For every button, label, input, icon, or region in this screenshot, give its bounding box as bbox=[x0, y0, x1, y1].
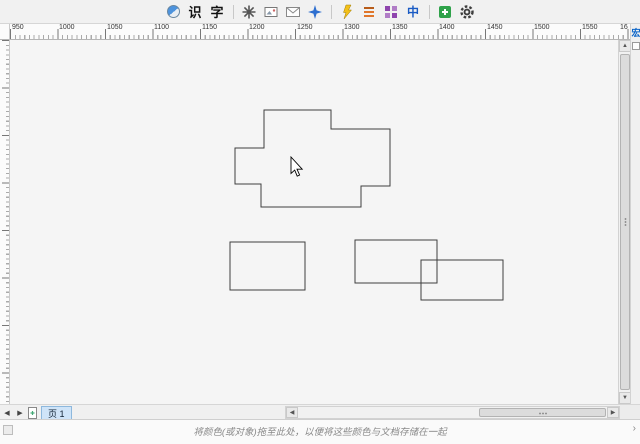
horizontal-scroll-thumb[interactable] bbox=[479, 408, 606, 417]
list-icon bbox=[361, 4, 377, 20]
ruler-label: 16 bbox=[620, 24, 628, 31]
page-navigation: ◀ ▶ 页 1 bbox=[2, 405, 72, 420]
polygon-shape[interactable] bbox=[235, 110, 390, 207]
add-page-button[interactable] bbox=[28, 407, 38, 419]
page-tab-label: 页 1 bbox=[48, 407, 65, 420]
logo-button[interactable] bbox=[164, 2, 183, 21]
starburst-icon bbox=[241, 4, 257, 20]
mouse-cursor bbox=[291, 157, 302, 176]
image-button[interactable] bbox=[262, 2, 281, 21]
scroll-right-icon: ▶ bbox=[611, 409, 616, 416]
document-palette-bar: 将颜色(或对象)拖至此处，以便将这些颜色与文档存储在一起 › bbox=[0, 419, 640, 444]
lightning-icon bbox=[339, 4, 355, 20]
gear-icon bbox=[459, 4, 475, 20]
rectangle-shape-c[interactable] bbox=[421, 260, 503, 300]
thumb-grip bbox=[624, 218, 627, 227]
ruler-label: 1250 bbox=[297, 24, 313, 31]
mail-icon bbox=[285, 4, 301, 20]
globe-logo-icon bbox=[167, 5, 180, 18]
page-tab-1[interactable]: 页 1 bbox=[41, 406, 72, 419]
ruler-row: 950 1000 1050 1100 1150 1200 1250 1300 1… bbox=[0, 24, 640, 40]
starburst-button[interactable] bbox=[240, 2, 259, 21]
ruler-label: 1200 bbox=[249, 24, 265, 31]
previous-page-button[interactable]: ◀ bbox=[2, 407, 12, 419]
sparkle-button[interactable] bbox=[306, 2, 325, 21]
ruler-origin-corner bbox=[0, 24, 10, 40]
grid-button[interactable] bbox=[382, 2, 401, 21]
docker-collapsed-icon[interactable] bbox=[632, 42, 640, 50]
scroll-up-icon: ▲ bbox=[622, 43, 628, 49]
settings-button[interactable] bbox=[458, 2, 477, 21]
scroll-left-button[interactable]: ◀ bbox=[286, 407, 298, 418]
app-window: 识 字 bbox=[0, 0, 640, 444]
toolbar-separator bbox=[233, 5, 234, 19]
drawing-canvas[interactable] bbox=[10, 40, 618, 404]
mail-button[interactable] bbox=[284, 2, 303, 21]
horizontal-ruler[interactable]: 950 1000 1050 1100 1150 1200 1250 1300 1… bbox=[10, 24, 630, 40]
green-plus-icon bbox=[437, 4, 453, 20]
horizontal-scrollbar[interactable]: ◀ ▶ bbox=[285, 406, 620, 419]
next-page-button[interactable]: ▶ bbox=[15, 407, 25, 419]
ocr-zi-button[interactable]: 字 bbox=[208, 2, 227, 21]
vertical-ruler[interactable] bbox=[0, 40, 10, 404]
scroll-left-icon: ◀ bbox=[290, 409, 295, 416]
ruler-label: 1400 bbox=[439, 24, 455, 31]
ruler-label: 1550 bbox=[582, 24, 598, 31]
scroll-right-button[interactable]: ▶ bbox=[607, 407, 619, 418]
ruler-label: 1450 bbox=[487, 24, 503, 31]
ruler-label: 1300 bbox=[344, 24, 360, 31]
zhong-button[interactable]: 中 bbox=[404, 2, 423, 21]
grid-icon bbox=[383, 4, 399, 20]
run-macro-button[interactable] bbox=[338, 2, 357, 21]
page-bar: ◀ ▶ 页 1 ◀ ▶ bbox=[0, 404, 640, 419]
ruler-label: 1150 bbox=[202, 24, 217, 31]
add-plugin-button[interactable] bbox=[436, 2, 455, 21]
docker-strip: 宏 bbox=[630, 24, 640, 404]
toolbar-separator bbox=[331, 5, 332, 19]
ocr-shi-button[interactable]: 识 bbox=[186, 2, 205, 21]
vertical-scroll-thumb[interactable] bbox=[620, 54, 630, 390]
ruler-label: 1350 bbox=[392, 24, 408, 31]
scroll-down-icon: ▼ bbox=[622, 395, 628, 401]
rectangle-shape-b[interactable] bbox=[355, 240, 437, 283]
palette-hint-text: 将颜色(或对象)拖至此处，以便将这些颜色与文档存储在一起 bbox=[0, 424, 640, 438]
add-page-icon bbox=[28, 407, 38, 419]
image-icon bbox=[263, 4, 279, 20]
ruler-label: 950 bbox=[12, 24, 24, 31]
toolbar: 识 字 bbox=[0, 0, 640, 24]
ruler-label: 1100 bbox=[154, 24, 169, 31]
sparkle-icon bbox=[307, 4, 323, 20]
thumb-grip bbox=[538, 412, 547, 415]
list-button[interactable] bbox=[360, 2, 379, 21]
ruler-label: 1500 bbox=[534, 24, 550, 31]
rectangle-shape-a[interactable] bbox=[230, 242, 305, 290]
scrollbar-corner bbox=[620, 405, 640, 420]
docker-tab-macro[interactable]: 宏 bbox=[631, 26, 640, 39]
canvas-svg bbox=[10, 40, 618, 404]
ruler-label: 1050 bbox=[107, 24, 123, 31]
ruler-label: 1000 bbox=[59, 24, 75, 31]
toolbar-separator bbox=[429, 5, 430, 19]
palette-flyout-button[interactable]: › bbox=[633, 423, 636, 434]
vertical-scrollbar[interactable]: ▲ ▼ bbox=[618, 40, 630, 404]
